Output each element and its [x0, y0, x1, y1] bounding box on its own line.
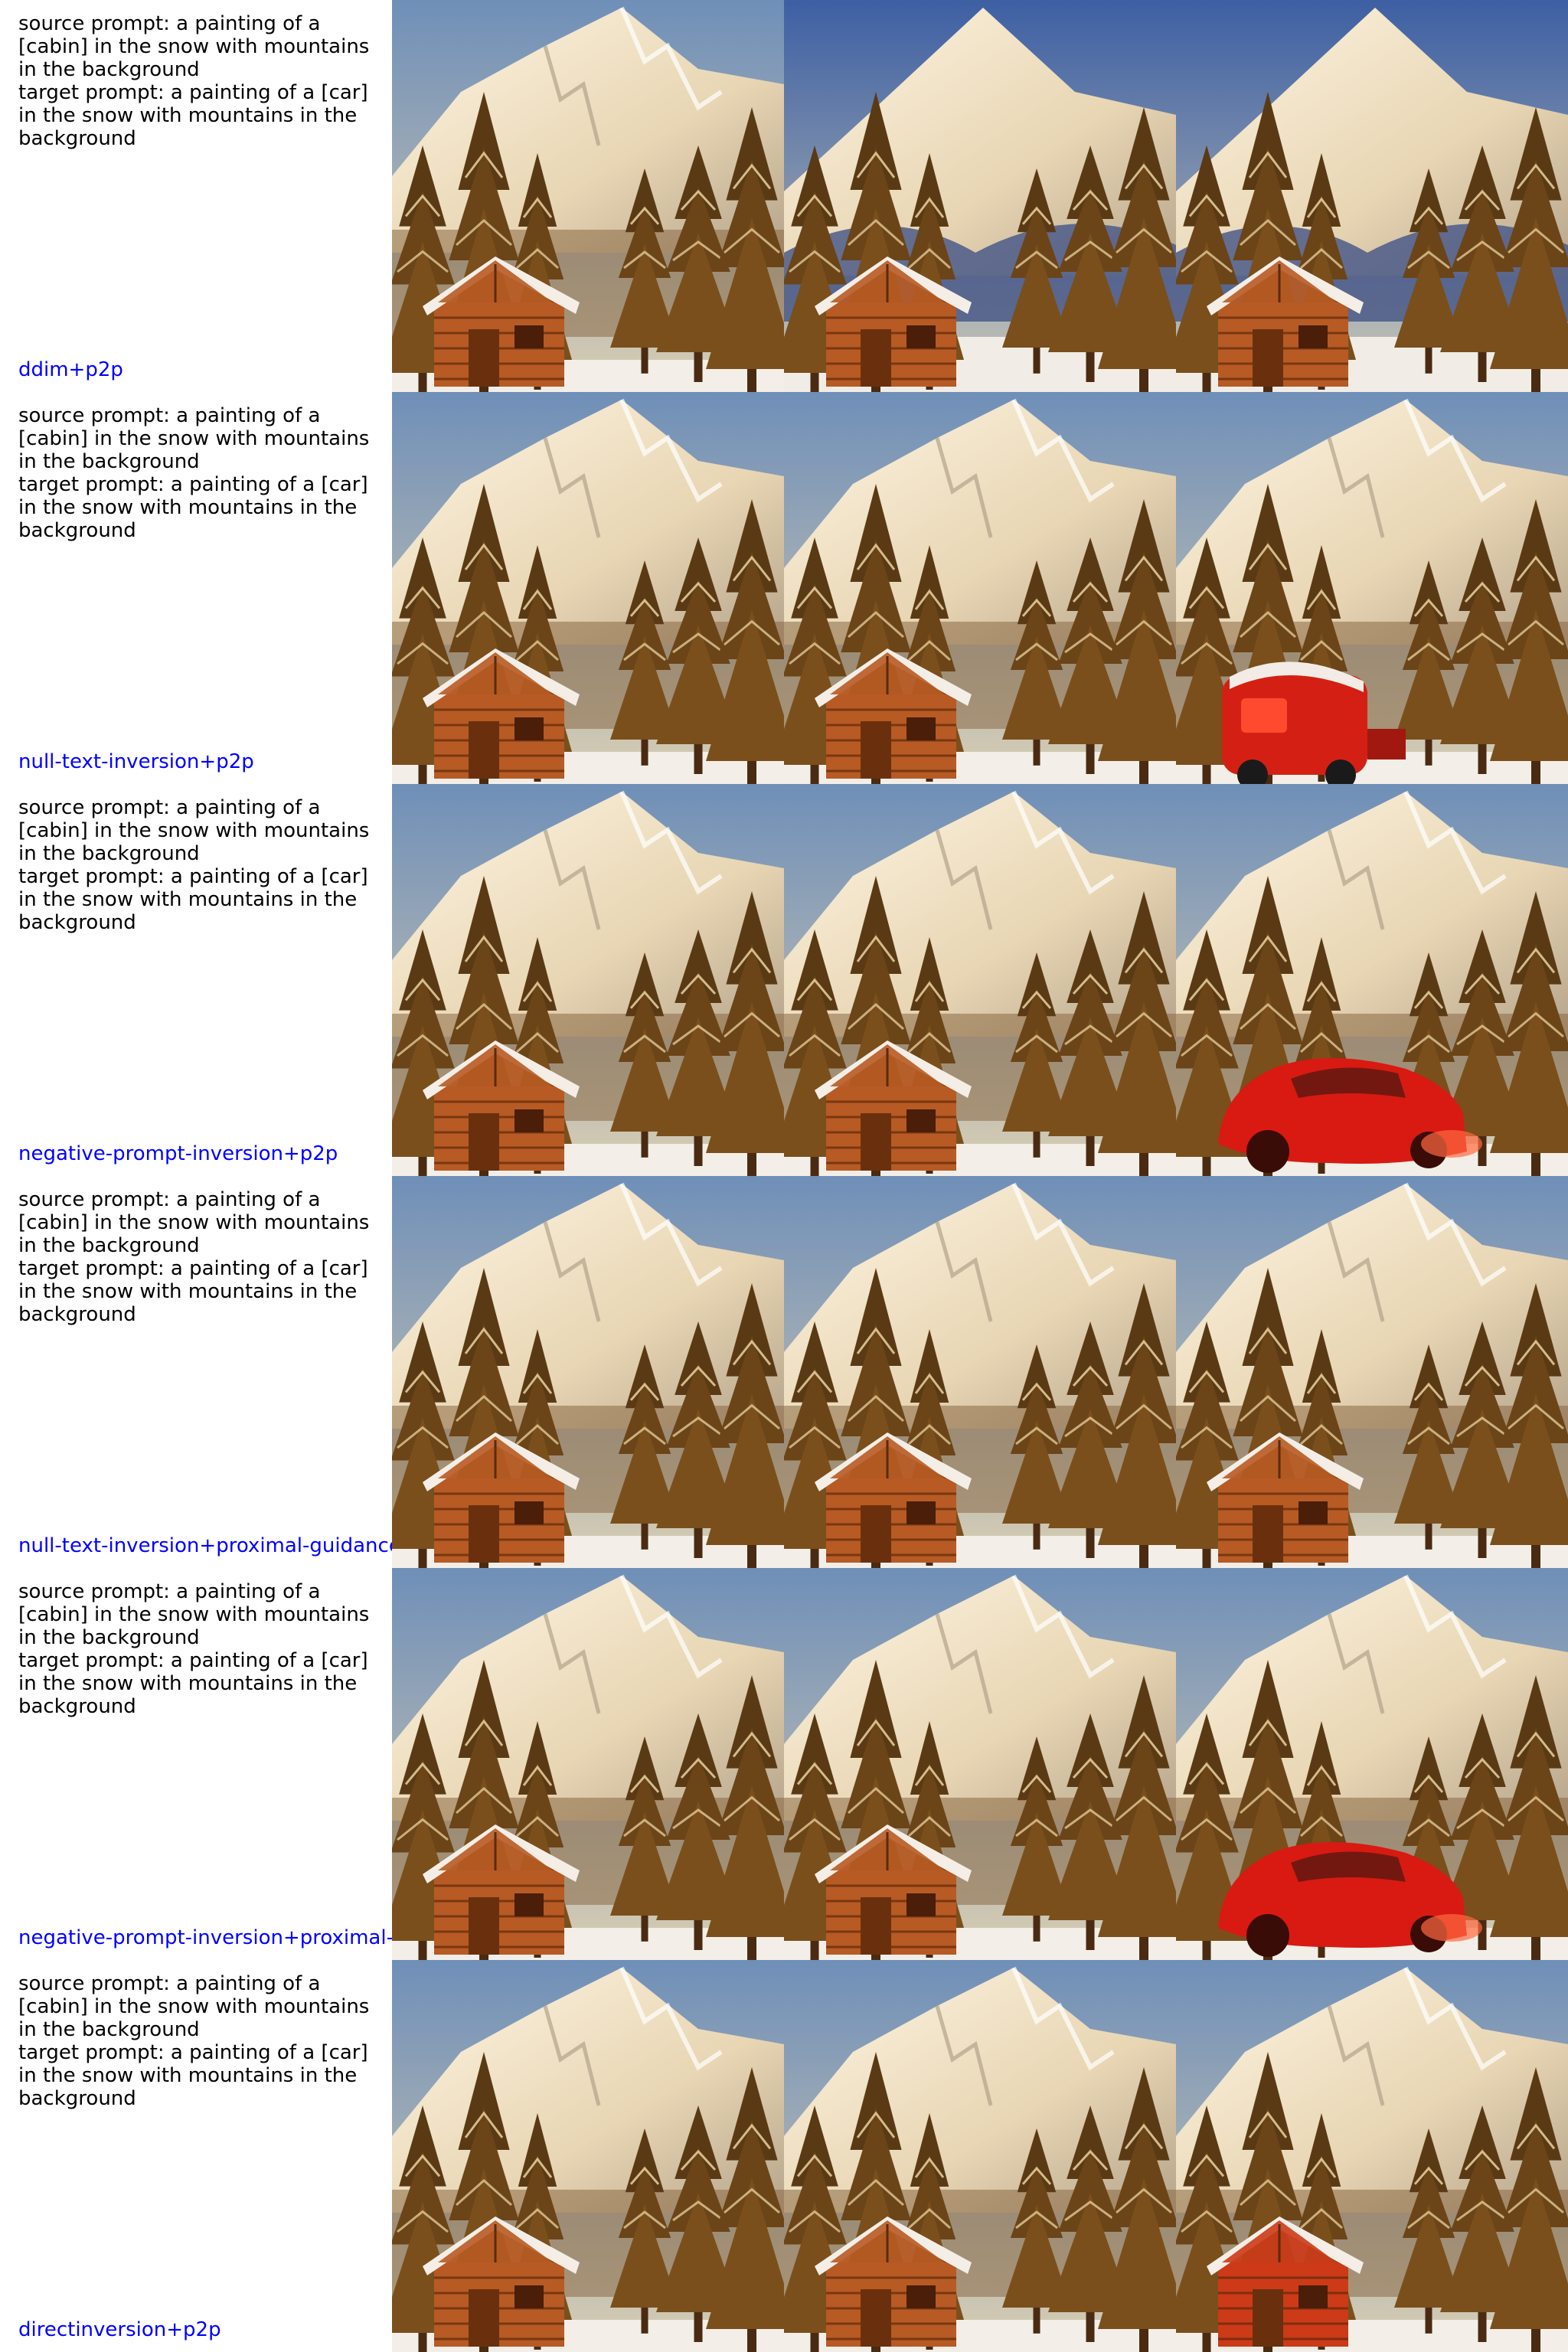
prompt-text: source prompt: a painting of a [cabin] i…: [18, 1972, 386, 2110]
edited-image: [1176, 1176, 1568, 1568]
caption-panel: source prompt: a painting of a [cabin] i…: [0, 0, 392, 392]
target-prompt: target prompt: a painting of a [car] in …: [18, 81, 374, 150]
edited-image: [1176, 784, 1568, 1176]
edited-image: [1176, 392, 1568, 784]
prompt-text: source prompt: a painting of a [cabin] i…: [18, 12, 386, 150]
method-label: null-text-inversion+proximal-guidance: [18, 1534, 392, 1557]
caption-panel: source prompt: a painting of a [cabin] i…: [0, 1176, 392, 1568]
source-image: [392, 392, 784, 784]
edited-image: [1176, 1960, 1568, 2352]
reconstruction-image: [784, 0, 1176, 392]
comparison-row: source prompt: a painting of a [cabin] i…: [0, 1568, 1568, 1960]
source-image: [392, 0, 784, 392]
caption-panel: source prompt: a painting of a [cabin] i…: [0, 1960, 392, 2352]
edited-image: [1176, 1568, 1568, 1960]
method-label: directinversion+p2p: [18, 2318, 221, 2341]
reconstruction-image: [784, 784, 1176, 1176]
source-image: [392, 1176, 784, 1568]
prompt-text: source prompt: a painting of a [cabin] i…: [18, 404, 386, 542]
method-label: ddim+p2p: [18, 358, 123, 381]
prompt-text: source prompt: a painting of a [cabin] i…: [18, 1580, 386, 1718]
source-prompt: source prompt: a painting of a [cabin] i…: [18, 1972, 376, 2041]
caption-panel: source prompt: a painting of a [cabin] i…: [0, 392, 392, 784]
source-prompt: source prompt: a painting of a [cabin] i…: [18, 404, 376, 473]
edited-image: [1176, 0, 1568, 392]
prompt-text: source prompt: a painting of a [cabin] i…: [18, 1188, 386, 1326]
comparison-row: source prompt: a painting of a [cabin] i…: [0, 0, 1568, 392]
source-image: [392, 1568, 784, 1960]
source-image: [392, 1960, 784, 2352]
method-label: negative-prompt-inversion+proximal-guida…: [18, 1926, 392, 1949]
target-prompt: target prompt: a painting of a [car] in …: [18, 1649, 374, 1718]
reconstruction-image: [784, 1960, 1176, 2352]
comparison-row: source prompt: a painting of a [cabin] i…: [0, 392, 1568, 784]
caption-panel: source prompt: a painting of a [cabin] i…: [0, 1568, 392, 1960]
comparison-row: source prompt: a painting of a [cabin] i…: [0, 1960, 1568, 2352]
source-prompt: source prompt: a painting of a [cabin] i…: [18, 1580, 376, 1649]
comparison-row: source prompt: a painting of a [cabin] i…: [0, 1176, 1568, 1568]
source-prompt: source prompt: a painting of a [cabin] i…: [18, 1188, 376, 1257]
target-prompt: target prompt: a painting of a [car] in …: [18, 473, 374, 542]
reconstruction-image: [784, 1176, 1176, 1568]
target-prompt: target prompt: a painting of a [car] in …: [18, 865, 374, 934]
method-label: null-text-inversion+p2p: [18, 750, 254, 773]
reconstruction-image: [784, 1568, 1176, 1960]
prompt-text: source prompt: a painting of a [cabin] i…: [18, 796, 386, 934]
reconstruction-image: [784, 392, 1176, 784]
target-prompt: target prompt: a painting of a [car] in …: [18, 2041, 374, 2110]
target-prompt: target prompt: a painting of a [car] in …: [18, 1257, 374, 1326]
comparison-grid: source prompt: a painting of a [cabin] i…: [0, 0, 1568, 2352]
caption-panel: source prompt: a painting of a [cabin] i…: [0, 784, 392, 1176]
comparison-row: source prompt: a painting of a [cabin] i…: [0, 784, 1568, 1176]
source-prompt: source prompt: a painting of a [cabin] i…: [18, 12, 376, 81]
source-prompt: source prompt: a painting of a [cabin] i…: [18, 796, 376, 865]
source-image: [392, 784, 784, 1176]
method-label: negative-prompt-inversion+p2p: [18, 1142, 338, 1165]
